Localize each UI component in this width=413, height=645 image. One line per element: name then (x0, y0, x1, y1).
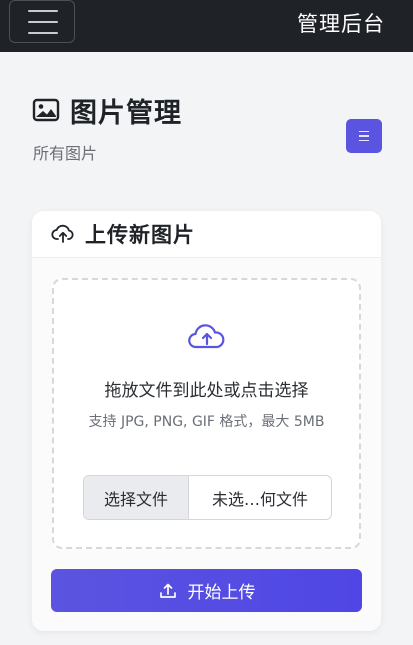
upload-card-header: 上传新图片 (32, 211, 381, 258)
top-navbar: 管理后台 (0, 0, 413, 52)
file-dropzone[interactable]: 拖放文件到此处或点击选择 支持 JPG, PNG, GIF 格式，最大 5MB … (52, 278, 361, 549)
list-icon (359, 139, 369, 142)
upload-card: 上传新图片 拖放文件到此处或点击选择 支持 JPG, PNG, GIF 格式，最… (32, 211, 381, 631)
upload-icon (159, 583, 176, 598)
upload-card-title: 上传新图片 (85, 223, 195, 247)
hamburger-icon-line (28, 21, 58, 23)
page-header: 图片管理 所有图片 (32, 92, 382, 172)
start-upload-button[interactable]: 开始上传 (51, 569, 362, 612)
page-title: 图片管理 (70, 97, 182, 129)
list-icon (359, 135, 369, 137)
cloud-upload-icon (51, 224, 74, 243)
image-icon (32, 98, 60, 122)
dropzone-title: 拖放文件到此处或点击选择 (104, 381, 309, 401)
file-input-status: 未选…何文件 (211, 489, 308, 509)
file-input[interactable]: 选择文件 未选…何文件 (83, 475, 332, 520)
hamburger-icon-line (28, 10, 58, 12)
dropzone-hint: 支持 JPG, PNG, GIF 格式，最大 5MB (88, 414, 325, 430)
menu-toggle-button[interactable] (9, 0, 75, 43)
cloud-upload-icon (188, 324, 225, 349)
choose-file-button[interactable]: 选择文件 (84, 476, 189, 519)
hamburger-icon-line (28, 32, 58, 34)
list-icon (359, 130, 369, 133)
page-title-row: 图片管理 (32, 92, 382, 129)
navbar-brand[interactable]: 管理后台 (297, 8, 385, 38)
list-view-button[interactable] (346, 119, 382, 153)
page-subtitle: 所有图片 (33, 144, 98, 163)
start-upload-label: 开始上传 (187, 583, 256, 603)
upload-card-body: 拖放文件到此处或点击选择 支持 JPG, PNG, GIF 格式，最大 5MB … (32, 258, 381, 631)
